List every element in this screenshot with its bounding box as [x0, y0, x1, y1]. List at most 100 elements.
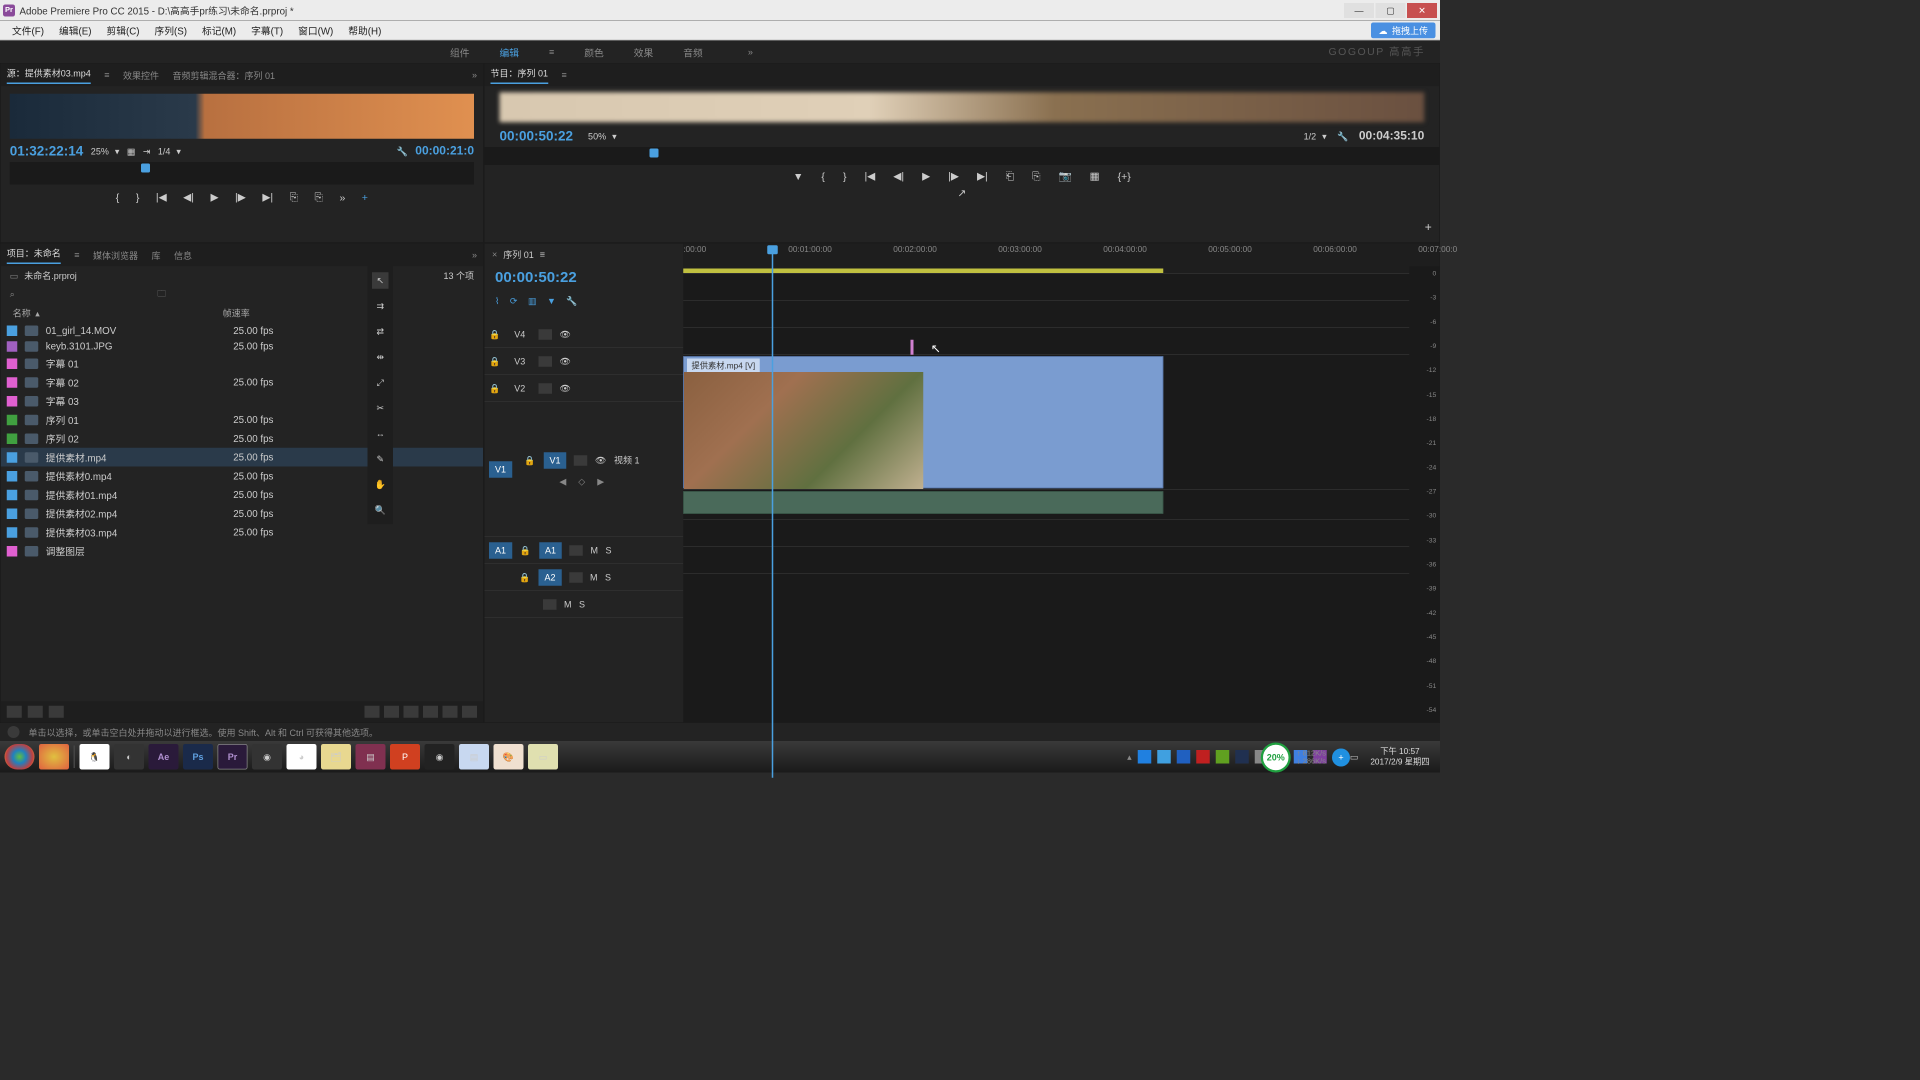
track-a3-body[interactable] [683, 547, 1439, 574]
eye-icon[interactable]: 👁 [560, 329, 571, 340]
panel-menu-icon[interactable]: ≡ [74, 250, 79, 261]
track-v4-body[interactable] [683, 274, 1439, 301]
ws-effects[interactable]: 效果 [634, 45, 654, 59]
snap-icon[interactable]: ⌇ [495, 296, 499, 307]
source-ruler[interactable] [10, 162, 474, 185]
hand-icon[interactable]: ✋ [372, 476, 389, 493]
trash-icon[interactable] [462, 706, 477, 718]
sync-icon[interactable] [539, 329, 553, 340]
ripple-edit-icon[interactable]: ⇄ [372, 323, 389, 340]
kf-icon[interactable]: ◇ [578, 476, 585, 487]
go-out-icon[interactable]: ▶| [977, 170, 988, 183]
panel-menu-icon[interactable]: ≡ [562, 70, 567, 81]
solo-icon[interactable]: S [605, 572, 611, 583]
mute-icon[interactable]: M [590, 572, 598, 583]
handles-icon[interactable]: ⇥ [143, 146, 151, 157]
menu-item[interactable]: 窗口(W) [291, 23, 341, 37]
track-v3-body[interactable] [683, 301, 1439, 328]
track-a1-body[interactable] [683, 490, 1439, 520]
solo-icon[interactable]: S [579, 599, 585, 610]
mark-in-icon[interactable]: { [821, 170, 825, 182]
more-icon[interactable]: » [339, 191, 345, 203]
track-v1-source[interactable]: V1 [489, 461, 512, 478]
freeform-icon[interactable] [49, 706, 64, 718]
paint-icon[interactable]: 🎨 [494, 744, 524, 770]
ae-icon[interactable]: Ae [149, 744, 179, 770]
solo-icon[interactable]: S [606, 545, 612, 556]
menu-item[interactable]: 编辑(E) [51, 23, 99, 37]
c4d-icon[interactable]: ◐ [114, 744, 144, 770]
ws-assembly[interactable]: 组件 [450, 45, 470, 59]
go-in-icon[interactable]: |◀ [156, 191, 167, 204]
menu-item[interactable]: 文件(F) [5, 23, 52, 37]
find-icon[interactable] [404, 706, 419, 718]
ws-audio[interactable]: 音频 [683, 45, 703, 59]
notepad-icon[interactable]: ▤ [459, 744, 489, 770]
marker-icon[interactable]: ▼ [793, 170, 803, 182]
maximize-button[interactable]: ▢ [1376, 3, 1406, 18]
go-out-icon[interactable]: ▶| [262, 191, 273, 204]
close-button[interactable]: ✕ [1407, 3, 1437, 18]
program-tc[interactable]: 00:00:50:22 [500, 128, 574, 144]
next-kf-icon[interactable]: ▶ [597, 476, 604, 487]
source-tab[interactable]: 源：提供素材03.mp4 [7, 66, 91, 83]
lock-icon[interactable]: 🔒 [489, 383, 501, 394]
export-icon[interactable]: ↗ [957, 187, 966, 200]
program-ruler[interactable] [485, 147, 1440, 165]
track-v2-body[interactable] [683, 328, 1439, 355]
upload-badge[interactable]: ☁ 拖拽上传 [1371, 23, 1436, 39]
step-fwd-icon[interactable]: |▶ [948, 170, 959, 183]
audio-mixer-tab[interactable]: 音频剪辑混合器：序列 01 [173, 69, 276, 82]
eye-icon[interactable]: 👁 [560, 383, 571, 394]
tray-icon[interactable] [1196, 750, 1210, 764]
program-fit[interactable]: 1/2 ▾ [1304, 131, 1327, 142]
panel-menu-icon[interactable]: ≡ [104, 70, 109, 81]
menu-item[interactable]: 序列(S) [147, 23, 195, 37]
rolling-edit-icon[interactable]: ⇹ [372, 349, 389, 366]
ws-more-icon[interactable]: » [748, 47, 753, 58]
lock-icon[interactable]: 🔒 [489, 329, 501, 340]
source-tc-in[interactable]: 01:32:22:14 [10, 143, 84, 159]
sync-icon[interactable] [569, 572, 583, 583]
add-button-icon[interactable]: + [1425, 221, 1432, 235]
network-badge[interactable]: 20% ↑ 812K/s ↓ 286K/s + [1261, 743, 1350, 773]
zoom-icon[interactable]: 🔍 [372, 502, 389, 519]
list-view-icon[interactable] [7, 706, 22, 718]
step-fwd-icon[interactable]: |▶ [235, 191, 246, 204]
selection-tool-icon[interactable]: ↖ [372, 272, 389, 289]
tray-icon[interactable] [1177, 750, 1191, 764]
lift-icon[interactable]: ⎗ [1006, 170, 1014, 183]
source-fit[interactable]: 1/4 ▾ [158, 146, 181, 157]
sort-icon[interactable] [365, 706, 380, 718]
project-item[interactable]: 01_girl_14.MOV 25.00 fps [1, 323, 483, 339]
pr-icon[interactable]: Pr [218, 744, 248, 770]
mute-icon[interactable]: M [591, 545, 599, 556]
mark-out-icon[interactable]: } [843, 170, 847, 182]
project-item[interactable]: 字幕 02 25.00 fps [1, 373, 483, 392]
track-v4[interactable]: V4 [509, 329, 532, 340]
track-v3[interactable]: V3 [509, 356, 532, 367]
video-clip[interactable]: 提供素材.mp4 [V] [683, 356, 1163, 488]
project-item[interactable]: 提供素材0.mp4 25.00 fps [1, 467, 483, 486]
sync-icon[interactable] [574, 455, 588, 466]
eye-icon[interactable]: 👁 [560, 356, 571, 367]
slip-icon[interactable]: ↔ [372, 425, 389, 442]
folder-icon[interactable]: 🗀 [157, 287, 166, 303]
settings-icon[interactable]: 🔧 [566, 296, 577, 307]
clock[interactable]: 下午 10:57 2017/2/9 星期四 [1364, 746, 1435, 767]
add-icon[interactable]: + [362, 191, 368, 203]
net-plus-icon[interactable]: + [1332, 749, 1350, 767]
lock-icon[interactable]: 🔒 [524, 455, 536, 466]
project-item[interactable]: 提供素材02.mp4 25.00 fps [1, 504, 483, 523]
source-playhead[interactable] [141, 164, 150, 173]
wrench-icon[interactable]: 🔧 [397, 146, 408, 157]
menu-icon[interactable]: ≡ [549, 47, 554, 58]
automate-icon[interactable] [384, 706, 399, 718]
project-item[interactable]: 提供素材.mp4 25.00 fps [1, 448, 483, 467]
track-v2[interactable]: V2 [509, 383, 532, 394]
qq-icon[interactable]: 🐧 [80, 744, 110, 770]
project-tab[interactable]: 项目：未命名 [7, 246, 61, 263]
ps-icon[interactable]: Ps [183, 744, 213, 770]
minimize-button[interactable]: — [1344, 3, 1374, 18]
pen-icon[interactable]: ✎ [372, 451, 389, 468]
